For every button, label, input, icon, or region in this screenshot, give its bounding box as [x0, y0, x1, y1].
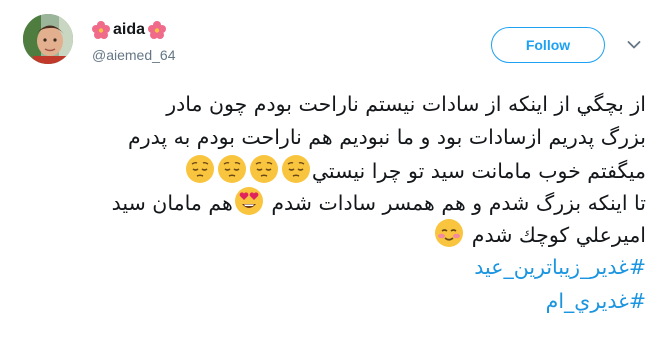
tweet-line-text: ميگفتم خوب مامانت سيد تو چرا نيستي — [311, 159, 646, 183]
display-name-row[interactable]: aida — [92, 20, 167, 40]
tweet-line: از بچگي از اينكه از سادات نيستم ناراحت ب… — [166, 92, 646, 116]
tweet-line: تا اينكه بزرگ شدم و هم همسر سادات شدم هم… — [16, 186, 646, 218]
tweet-header: aida @aiemed_64 Follow — [0, 0, 668, 90]
heart-eyes-face-icon — [234, 186, 264, 216]
display-name[interactable]: aida — [113, 21, 145, 39]
avatar[interactable] — [23, 14, 73, 64]
chevron-down-icon[interactable] — [627, 40, 641, 50]
tweet-text: از بچگي از اينكه از سادات نيستم ناراحت ب… — [16, 88, 646, 319]
tweet-line: بزرگ پدريم ازسادات بود و ما نبوديم هم نا… — [128, 125, 646, 149]
hashtag-link[interactable]: #غدير_زيباترين_عيد — [474, 255, 646, 279]
tweet-line-text: اميرعلي كوچك شدم — [471, 223, 646, 247]
hashtag-link[interactable]: #غديري_ام — [546, 289, 646, 313]
hashtag-line: #غديري_ام — [16, 285, 646, 319]
user-handle[interactable]: @aiemed_64 — [92, 47, 176, 63]
follow-button[interactable]: Follow — [491, 27, 605, 63]
tweet-line-text: تا اينكه بزرگ شدم و هم همسر سادات شدم — [271, 191, 646, 215]
relieved-face-icon — [434, 218, 464, 248]
tweet-line: اميرعلي كوچك شدم — [16, 218, 646, 251]
pensive-face-icon — [217, 154, 247, 184]
pensive-face-icon — [281, 154, 311, 184]
pensive-face-icon — [249, 154, 279, 184]
hashtag-line: #غدير_زيباترين_عيد — [16, 251, 646, 285]
hibiscus-icon — [92, 21, 110, 39]
tweet-line: ميگفتم خوب مامانت سيد تو چرا نيستي — [16, 154, 646, 186]
tweet-line-text: هم مامان سيد — [111, 191, 233, 215]
hibiscus-icon — [148, 21, 167, 39]
pensive-face-icon — [185, 154, 215, 184]
